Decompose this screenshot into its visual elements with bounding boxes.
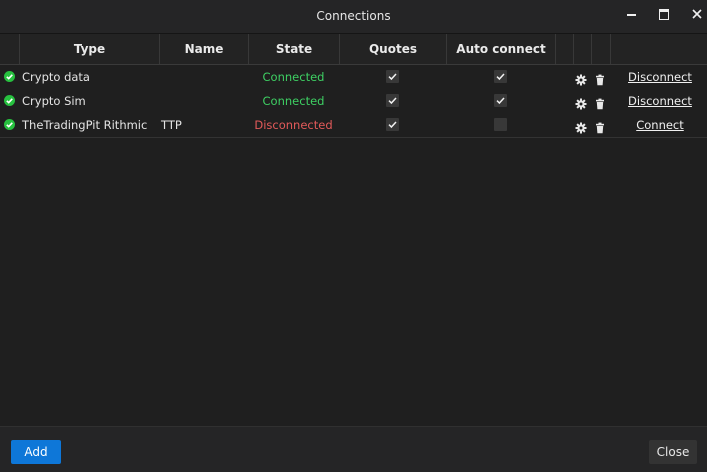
minimize-icon [626, 14, 636, 16]
gear-icon[interactable] [575, 95, 587, 110]
check-circle-icon [4, 119, 15, 130]
close-button[interactable]: Close [649, 440, 697, 464]
gear-icon[interactable] [575, 71, 587, 86]
quotes-provider-checkbox[interactable] [386, 70, 399, 83]
cell-type: Crypto Sim [22, 94, 86, 108]
connect-link[interactable]: Connect [620, 113, 700, 137]
table-row[interactable]: TheTradingPit Rithmic TTP Disconnected Conn… [0, 113, 707, 138]
cell-state: Disconnected [254, 118, 333, 132]
check-circle-icon [4, 95, 15, 106]
trash-icon[interactable] [594, 95, 606, 110]
header-spacer-column [591, 34, 610, 64]
close-window-button[interactable] [684, 4, 707, 24]
auto-connect-checkbox[interactable] [494, 70, 507, 83]
trash-icon[interactable] [594, 119, 606, 134]
gear-icon[interactable] [575, 119, 587, 134]
header-settings-column [555, 34, 573, 64]
close-icon [692, 9, 702, 19]
disconnect-link[interactable]: Disconnect [620, 89, 700, 113]
check-circle-icon [4, 71, 15, 82]
cell-state: Connected [262, 70, 325, 84]
header-delete-column [573, 34, 591, 64]
connections-window: Connections Type Name State Quotes provi… [0, 0, 707, 472]
table-row[interactable]: Crypto data Connected Disconnect [0, 65, 707, 90]
maximize-icon [659, 8, 669, 20]
cell-type: Crypto data [22, 70, 90, 84]
dialog-footer: Add Close [0, 426, 707, 472]
quotes-provider-checkbox[interactable] [386, 118, 399, 131]
header-status-column [0, 34, 19, 64]
trash-icon[interactable] [594, 71, 606, 86]
cell-name: TTP [161, 118, 182, 132]
quotes-provider-checkbox[interactable] [386, 94, 399, 107]
table-row[interactable]: Crypto Sim Connected Disconnect [0, 89, 707, 114]
header-quotes-provider[interactable]: Quotes provider [339, 34, 446, 86]
disconnect-link[interactable]: Disconnect [620, 65, 700, 89]
header-name[interactable]: Name [159, 34, 248, 64]
window-title: Connections [316, 9, 391, 23]
cell-type: TheTradingPit Rithmic [22, 118, 148, 132]
header-auto-connect[interactable]: Auto connect [446, 34, 555, 64]
add-button[interactable]: Add [11, 440, 61, 464]
title-bar: Connections [0, 0, 707, 34]
auto-connect-checkbox[interactable] [494, 118, 507, 131]
minimize-button[interactable] [618, 4, 644, 24]
cell-state: Connected [262, 94, 325, 108]
table-header: Type Name State Quotes provider Auto con… [0, 34, 707, 86]
header-type[interactable]: Type [19, 34, 159, 64]
header-action-column [610, 34, 707, 64]
auto-connect-checkbox[interactable] [494, 94, 507, 107]
maximize-button[interactable] [651, 4, 677, 24]
header-state[interactable]: State [248, 34, 339, 64]
